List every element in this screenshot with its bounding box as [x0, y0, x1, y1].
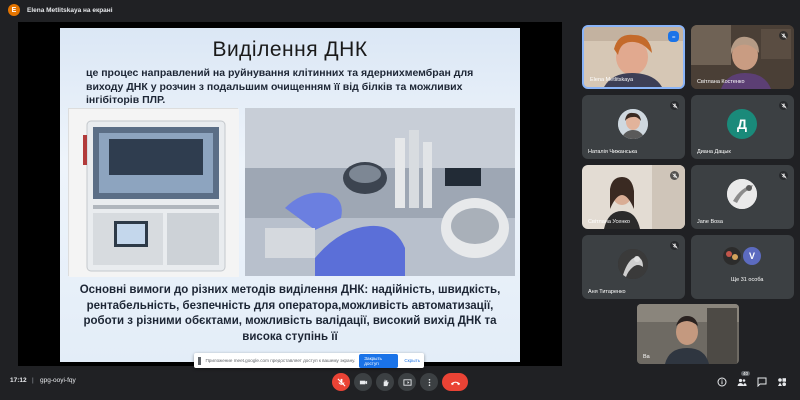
more-options-button[interactable]	[420, 373, 438, 391]
presenter-bar: E Elena Metlitskaya на екрані	[0, 0, 800, 20]
mic-off-icon	[337, 378, 345, 386]
mic-off-icon	[670, 101, 679, 110]
more-participants-tile[interactable]: V Ще 31 особа	[691, 235, 794, 299]
shared-slide: Виділення ДНК це процес направлений на р…	[60, 28, 520, 362]
more-participants-label: Ще 31 особа	[731, 277, 764, 283]
raise-hand-button[interactable]	[376, 373, 394, 391]
chat-button[interactable]	[756, 376, 768, 388]
mic-off-button[interactable]	[332, 373, 350, 391]
chat-icon	[757, 377, 767, 387]
meeting-info-button[interactable]	[716, 376, 728, 388]
slide-title: Виділення ДНК	[212, 38, 368, 61]
presenter-avatar: E	[8, 4, 20, 16]
mic-off-icon	[779, 31, 788, 40]
mic-off-icon	[670, 241, 679, 250]
meeting-code: gpg-ooyi-fqy	[40, 377, 76, 384]
participant-count-badge: 40	[741, 371, 751, 376]
participant-tile-jane-bosa[interactable]: Jane Bosa	[691, 165, 794, 229]
separator: |	[32, 377, 34, 384]
phone-hangup-icon	[450, 381, 460, 385]
presenter-label: Elena Metlitskaya на екрані	[27, 6, 113, 14]
more-options-icon: •••	[672, 34, 675, 39]
present-icon	[402, 378, 412, 386]
participant-tile-datsyk[interactable]: Д Диана Дацык	[691, 95, 794, 159]
participant-tile-elena[interactable]: ••• Elena Metlitskaya	[582, 25, 685, 89]
participant-tile-usenko[interactable]: Світлана Усенко	[582, 165, 685, 229]
info-icon	[717, 377, 727, 387]
participant-name: Диана Дацык	[697, 149, 731, 155]
avatar	[618, 109, 648, 139]
mic-active-indicator: •••	[668, 31, 679, 42]
mic-off-icon	[779, 101, 788, 110]
avatar: V	[743, 247, 761, 265]
people-button[interactable]	[736, 376, 748, 388]
hand-icon	[383, 379, 389, 386]
avatar: Д	[727, 109, 757, 139]
avatar	[727, 179, 757, 209]
lab-work-image	[245, 108, 515, 276]
participant-tile-chyzhanska[interactable]: Наталія Чижанська	[582, 95, 685, 159]
participant-tile-kostenko[interactable]: Світлана Костенко	[691, 25, 794, 89]
participant-name: Elena Metlitskaya	[590, 77, 634, 83]
participant-name: Світлана Костенко	[697, 79, 745, 85]
slide-requirements: Основні вимоги до різних методів виділен…	[79, 284, 501, 343]
participant-name: Jane Bosa	[697, 219, 723, 225]
self-view-tile[interactable]: Ва	[637, 304, 739, 364]
meeting-controls-bar: 17:12 | gpg-ooyi-fqy	[0, 366, 800, 400]
dna-instrument-image	[68, 108, 239, 277]
slide-description: це процес направлений на руйнування кліт…	[86, 67, 474, 106]
participant-name: Світлана Усенко	[588, 219, 630, 225]
participant-tile-tytarenko[interactable]: Аня Титаренко	[582, 235, 685, 299]
activities-icon	[778, 378, 786, 386]
meeting-time: 17:12	[10, 377, 27, 384]
hide-banner-link[interactable]: Скрыть	[404, 358, 420, 363]
drag-handle-icon[interactable]	[198, 356, 202, 365]
participant-name: Ва	[643, 354, 650, 360]
camera-icon	[359, 380, 367, 384]
activities-button[interactable]	[776, 376, 788, 388]
people-icon	[737, 378, 747, 386]
leave-call-button[interactable]	[442, 373, 468, 391]
participant-name: Аня Титаренко	[588, 289, 626, 295]
camera-button[interactable]	[354, 373, 372, 391]
more-vert-icon	[428, 378, 430, 386]
participant-name: Наталія Чижанська	[588, 149, 638, 155]
presentation-stage[interactable]: Виділення ДНК це процес направлений на р…	[18, 22, 562, 368]
avatar	[723, 247, 741, 265]
present-button[interactable]	[398, 373, 416, 391]
mic-off-icon	[779, 171, 788, 180]
mic-off-icon	[670, 171, 679, 180]
avatar	[618, 249, 648, 279]
share-banner-text: Приложение meet.google.com предоставляет…	[205, 358, 356, 363]
